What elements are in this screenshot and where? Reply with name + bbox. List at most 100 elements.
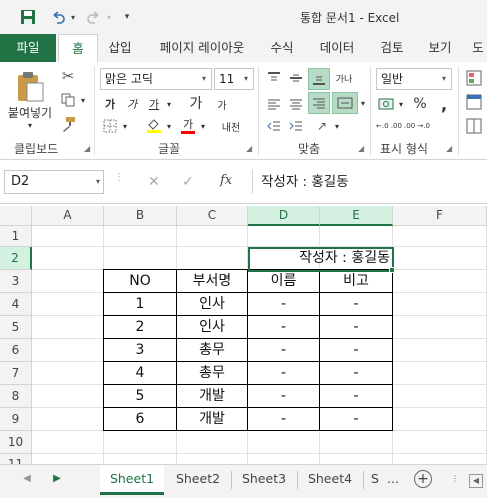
- font-size-combo[interactable]: 11 ▾: [214, 68, 254, 90]
- table-cell[interactable]: -: [319, 407, 393, 431]
- number-launcher-icon[interactable]: ◢: [446, 144, 452, 153]
- number-format-dropdown-icon[interactable]: ▾: [437, 69, 451, 89]
- column-header-a[interactable]: A: [32, 206, 104, 226]
- row-header-5[interactable]: 5: [0, 316, 32, 339]
- row-header-9[interactable]: 9: [0, 408, 32, 431]
- tab-more[interactable]: 도: [466, 34, 487, 62]
- fill-color-icon[interactable]: [144, 116, 164, 136]
- borders-icon[interactable]: [100, 116, 120, 136]
- table-cell[interactable]: 1: [103, 292, 177, 316]
- align-center-icon[interactable]: [286, 94, 306, 114]
- alignment-launcher-icon[interactable]: ◢: [358, 144, 364, 153]
- scroll-right-icon[interactable]: ▶: [50, 465, 64, 495]
- decrease-indent-icon[interactable]: [264, 116, 284, 136]
- table-cell[interactable]: 2: [103, 315, 177, 339]
- save-icon[interactable]: [18, 8, 38, 26]
- table-cell[interactable]: 5: [103, 384, 177, 408]
- table-cell[interactable]: -: [247, 338, 320, 362]
- hscroll-left-icon[interactable]: ◀: [468, 465, 484, 495]
- column-header-b[interactable]: B: [104, 206, 177, 226]
- redo-dropdown-icon[interactable]: ▾: [104, 8, 114, 26]
- font-launcher-icon[interactable]: ◢: [246, 144, 252, 153]
- percent-button[interactable]: %: [410, 94, 430, 114]
- borders-dropdown-icon[interactable]: ▾: [120, 116, 130, 136]
- insert-function-icon[interactable]: fx: [220, 173, 232, 188]
- fill-handle[interactable]: [389, 267, 395, 273]
- font-name-combo[interactable]: 맑은 고딕 ▾: [100, 68, 212, 90]
- table-cell[interactable]: -: [247, 384, 320, 408]
- underline-button[interactable]: 가: [144, 94, 164, 114]
- font-name-dropdown-icon[interactable]: ▾: [197, 69, 211, 89]
- align-middle-icon[interactable]: [286, 68, 306, 88]
- row-header-10[interactable]: 10: [0, 431, 32, 454]
- accounting-format-icon[interactable]: [376, 94, 396, 114]
- tab-view[interactable]: 보기: [420, 34, 460, 62]
- sheet-tab-sheet1[interactable]: Sheet1: [100, 465, 164, 495]
- increase-indent-icon[interactable]: [286, 116, 306, 136]
- tab-formulas[interactable]: 수식: [262, 34, 302, 62]
- tab-file[interactable]: 파일: [0, 34, 56, 62]
- formula-input[interactable]: 작성자 : 홍길동: [252, 170, 487, 194]
- sheet-tab-sheet3[interactable]: Sheet3: [232, 465, 296, 495]
- table-cell[interactable]: 4: [103, 361, 177, 385]
- undo-dropdown-icon[interactable]: ▾: [68, 8, 78, 26]
- italic-button[interactable]: 가: [122, 94, 142, 114]
- scroll-left-icon[interactable]: ◀: [20, 465, 34, 495]
- decrease-decimal-button[interactable]: .00 →.0: [404, 116, 430, 136]
- merge-dropdown-icon[interactable]: ▾: [358, 92, 368, 114]
- table-cell[interactable]: 6: [103, 407, 177, 431]
- table-header-cell[interactable]: 부서명: [176, 269, 248, 293]
- column-header-d[interactable]: D: [248, 206, 320, 226]
- formula-options-icon[interactable]: ⋮: [114, 172, 124, 183]
- tab-insert[interactable]: 삽입: [100, 34, 140, 62]
- table-header-cell[interactable]: 비고: [319, 269, 393, 293]
- enter-icon[interactable]: ✓: [182, 174, 194, 190]
- paste-dropdown-icon[interactable]: ▾: [24, 120, 36, 130]
- underline-dropdown-icon[interactable]: ▾: [164, 94, 174, 114]
- bold-button[interactable]: 가: [100, 94, 120, 114]
- table-cell[interactable]: -: [247, 292, 320, 316]
- sheet-tab-sheet2[interactable]: Sheet2: [166, 465, 230, 495]
- redo-icon[interactable]: [84, 8, 104, 26]
- table-cell[interactable]: -: [319, 315, 393, 339]
- table-header-cell[interactable]: 이름: [247, 269, 320, 293]
- table-header-cell[interactable]: NO: [103, 269, 177, 293]
- table-cell[interactable]: 개발: [176, 384, 248, 408]
- format-as-table-icon[interactable]: [464, 92, 484, 112]
- row-header-2[interactable]: 2: [0, 247, 32, 270]
- clipboard-launcher-icon[interactable]: ◢: [84, 144, 90, 153]
- number-format-combo[interactable]: 일반 ▾: [376, 68, 452, 90]
- font-size-dropdown-icon[interactable]: ▾: [239, 69, 253, 89]
- row-header-6[interactable]: 6: [0, 339, 32, 362]
- tab-home[interactable]: 홈: [58, 34, 98, 63]
- cancel-icon[interactable]: ✕: [148, 174, 160, 190]
- table-cell[interactable]: -: [247, 407, 320, 431]
- table-cell[interactable]: 개발: [176, 407, 248, 431]
- tab-data[interactable]: 데이터: [312, 34, 362, 62]
- table-cell[interactable]: 인사: [176, 292, 248, 316]
- row-header-8[interactable]: 8: [0, 385, 32, 408]
- format-painter-icon[interactable]: [58, 114, 78, 134]
- phonetic-button[interactable]: 내천: [216, 116, 246, 136]
- conditional-format-icon[interactable]: [464, 68, 484, 88]
- font-color-dropdown-icon[interactable]: ▾: [198, 116, 208, 136]
- cell-styles-icon[interactable]: [464, 116, 484, 136]
- table-cell[interactable]: 3: [103, 338, 177, 362]
- grow-font-button[interactable]: 가: [186, 92, 206, 114]
- align-bottom-icon[interactable]: [308, 68, 330, 90]
- tab-page-layout[interactable]: 페이지 레이아웃: [150, 34, 254, 62]
- column-header-f[interactable]: F: [393, 206, 487, 226]
- undo-icon[interactable]: [48, 8, 68, 26]
- paste-icon[interactable]: [14, 68, 46, 104]
- accounting-dropdown-icon[interactable]: ▾: [396, 94, 406, 114]
- hscroll-thumb-icon[interactable]: ⋮: [448, 465, 462, 495]
- copy-dropdown-icon[interactable]: ▾: [78, 90, 88, 110]
- align-top-icon[interactable]: [264, 68, 284, 88]
- tab-review[interactable]: 검토: [372, 34, 412, 62]
- align-right-icon[interactable]: [308, 92, 330, 114]
- select-all-button[interactable]: [0, 206, 32, 226]
- cut-icon[interactable]: ✂: [58, 66, 78, 86]
- worksheet-grid[interactable]: ABCDEF 1 2 3 4 5 6 7 8 9 10 11 작성자 : 홍길동 NO 부서명 이름 비고 1…: [0, 206, 487, 464]
- align-left-icon[interactable]: [264, 94, 284, 114]
- table-cell[interactable]: -: [319, 292, 393, 316]
